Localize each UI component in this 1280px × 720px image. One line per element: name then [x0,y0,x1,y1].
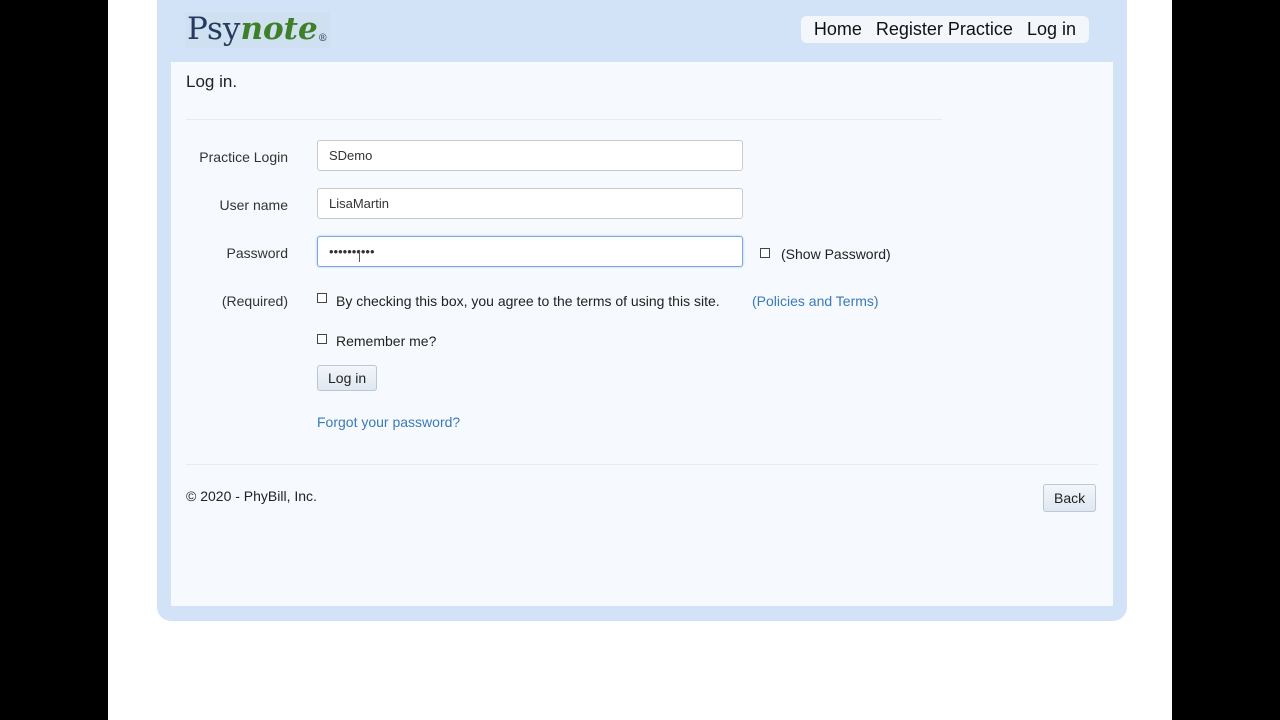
forgot-password-link[interactable]: Forgot your password? [317,414,460,430]
nav-login-link[interactable]: Log in [1022,19,1081,40]
footer-divider [186,464,1098,465]
terms-checkbox[interactable] [317,293,327,303]
copyright-text: © 2020 - PhyBill, Inc. [186,488,317,504]
page: Psynote® Home Register Practice Log in L… [108,0,1172,720]
practice-login-input[interactable] [317,140,743,171]
show-password-label: (Show Password) [781,246,891,262]
terms-text: By checking this box, you agree to the t… [336,293,720,309]
page-title: Log in. [186,72,238,91]
password-input[interactable] [317,236,743,267]
psynote-logo[interactable]: Psynote® [185,12,330,48]
login-button[interactable]: Log in [317,365,378,391]
top-nav: Home Register Practice Log in [800,16,1089,43]
main-content: Log in. Practice Login User name Passwor… [171,62,1113,606]
user-name-label: User name [219,197,288,213]
nav-register-practice-link[interactable]: Register Practice [871,19,1018,40]
user-name-input[interactable] [317,188,743,219]
nav-home-link[interactable]: Home [809,19,867,40]
text-cursor-icon [359,250,360,262]
divider [186,119,942,120]
back-button[interactable]: Back [1043,484,1097,512]
policies-and-terms-link[interactable]: (Policies and Terms) [752,293,879,309]
password-label: Password [226,245,288,261]
show-password-checkbox[interactable] [760,248,770,258]
remember-me-label: Remember me? [336,333,437,349]
remember-me-checkbox[interactable] [317,334,327,344]
practice-login-label: Practice Login [199,149,288,165]
required-label: (Required) [221,293,288,309]
site-frame: Psynote® Home Register Practice Log in L… [157,0,1127,621]
